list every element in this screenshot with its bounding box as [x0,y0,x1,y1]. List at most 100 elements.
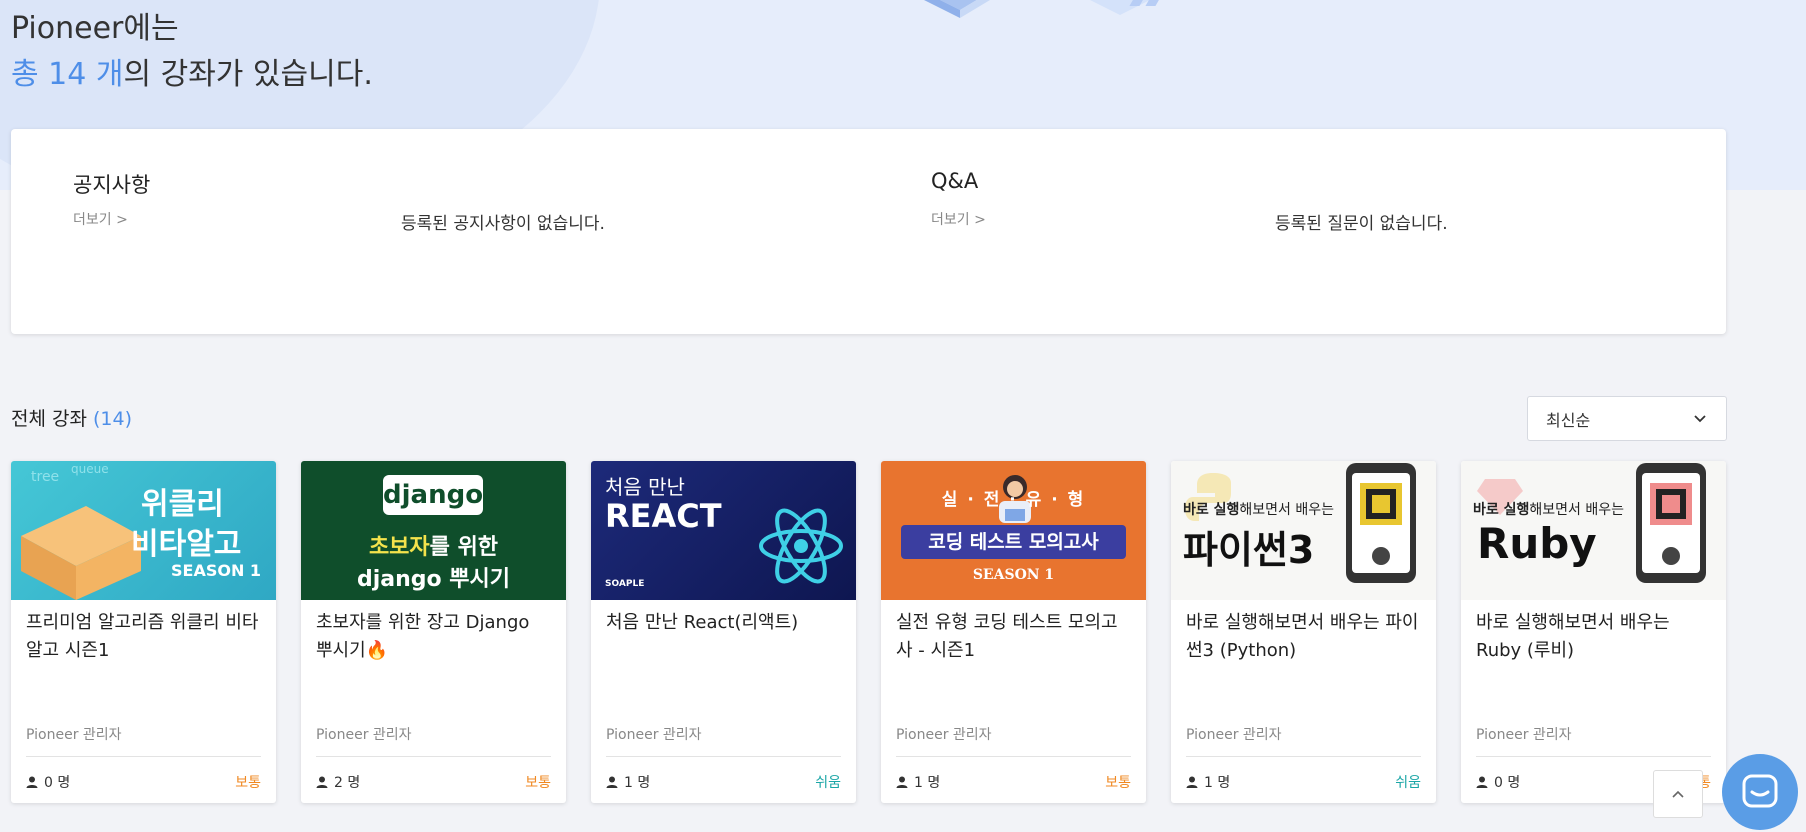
phone-qr-illustration [1636,463,1706,583]
thumb-line-2: 파이썬3 [1183,528,1315,572]
scroll-top-button[interactable] [1653,770,1703,818]
course-thumbnail: 실 · 전 · 유 · 형 코딩 테스트 모의고사 SEASON 1 [881,461,1146,600]
thumb-line-1-rest: 를 위한 [429,535,499,560]
user-icon [1476,776,1488,788]
course-thumbnail: 바로 실행해보면서 배우는 Ruby [1461,461,1726,600]
user-icon [26,776,38,788]
notice-empty-message: 등록된 공지사항이 없습니다. [401,214,605,234]
qna-empty-message: 등록된 질문이 없습니다. [1275,214,1448,234]
divider [316,756,551,757]
thumb-line-1-highlight: 초보자 [368,535,430,560]
course-author: Pioneer 관리자 [1476,727,1572,743]
thumb-line-1b: 해보면서 배우는 [1529,502,1625,518]
divider [606,756,841,757]
thumb-line-1a: 바로 실행 [1183,502,1240,518]
student-count: 2 명 [334,775,361,791]
course-card[interactable]: django 초보자를 위한 django 뿌시기 초보자를 위한 장고 Dja… [301,461,566,803]
course-title[interactable]: 실전 유형 코딩 테스트 모의고사 - 시즌1 [896,609,1131,665]
course-card[interactable]: tree queue 위클리 비타알고 SEASON 1 프리미엄 알고리즘 위… [11,461,276,803]
hero-title: Pioneer에는 총 14 개의 강좌가 있습니다. [11,6,373,98]
divider [1476,756,1711,757]
course-count-highlight: 총 14 개 [11,57,124,92]
django-logo: django [383,475,483,515]
hero-line-1: Pioneer에는 [11,11,179,46]
course-thumbnail: 바로 실행해보면서 배우는 파이썬3 [1171,461,1436,600]
thumb-line-2: 비타알고 [131,527,242,562]
course-level: 쉬움 [815,775,841,791]
chat-button[interactable] [1722,754,1798,830]
course-level: 쉬움 [1395,775,1421,791]
thumb-line-1: 바로 실행해보면서 배우는 [1183,499,1334,519]
course-level: 보통 [525,775,551,791]
course-thumbnail: tree queue 위클리 비타알고 SEASON 1 [11,461,276,600]
course-level: 보통 [235,775,261,791]
thumb-line-3: SEASON 1 [972,567,1055,583]
thumb-line-1b: 해보면서 배우는 [1239,502,1335,518]
all-courses-title: 전체 강좌 (14) [11,404,132,431]
course-card[interactable]: 실 · 전 · 유 · 형 코딩 테스트 모의고사 SEASON 1 실전 유형… [881,461,1146,803]
course-author: Pioneer 관리자 [316,727,412,743]
course-title[interactable]: 처음 만난 React(리액트) [606,609,841,637]
course-card[interactable]: 바로 실행해보면서 배우는 Ruby 바로 실행해보면서 배우는 Ruby (루… [1461,461,1726,803]
course-card[interactable]: 바로 실행해보면서 배우는 파이썬3 바로 실행해보면서 배우는 파이썬3 (P… [1171,461,1436,803]
student-count: 1 명 [914,775,941,791]
divider [26,756,261,757]
thumb-line-1: 실 · 전 · 유 · 형 [941,490,1086,510]
thumb-line-2: django 뿌시기 [356,567,511,592]
brand-label: SOAPLE [605,579,645,589]
user-icon [316,776,328,788]
course-title[interactable]: 초보자를 위한 장고 Django 뿌시기🔥 [316,609,551,665]
chevron-down-icon [1694,414,1706,422]
board-summary-card: 공지사항 더보기 > 등록된 공지사항이 없습니다. Q&A 더보기 > 등록된… [11,129,1726,334]
chevron-up-icon [1672,790,1684,798]
student-count: 0 명 [44,775,71,791]
svg-text:tree: tree [31,469,59,485]
course-students: 1 명 [606,772,650,792]
thumb-line-3: SEASON 1 [171,561,262,580]
phone-qr-illustration [1346,463,1416,583]
course-author: Pioneer 관리자 [1186,727,1282,743]
chat-bubble-icon [1742,774,1778,808]
thumb-line-1: 바로 실행해보면서 배우는 [1473,499,1624,519]
course-students: 0 명 [26,772,70,792]
all-courses-label: 전체 강좌 [11,408,87,430]
course-title[interactable]: 프리미엄 알고리즘 위클리 비타알고 시즌1 [26,609,261,665]
hero-line-2: 총 14 개의 강좌가 있습니다. [11,52,373,98]
react-atom-icon [759,508,843,584]
course-author: Pioneer 관리자 [896,727,992,743]
sort-select[interactable]: 최신순 [1527,396,1727,441]
user-icon [606,776,618,788]
course-thumbnail: 처음 만난 REACT SOAPLE [591,461,856,600]
thumb-line-2: 코딩 테스트 모의고사 [901,525,1126,559]
thumb-line-1: 위클리 [141,487,224,522]
course-author: Pioneer 관리자 [606,727,702,743]
thumb-line-1: 초보자를 위한 [301,529,566,561]
hero-line-2-text: 의 강좌가 있습니다. [123,57,373,92]
qna-title: Q&A [931,169,979,193]
student-count: 1 명 [1204,775,1231,791]
student-count: 0 명 [1494,775,1521,791]
course-title[interactable]: 바로 실행해보면서 배우는 Ruby (루비) [1476,609,1711,665]
course-author: Pioneer 관리자 [26,727,122,743]
course-card[interactable]: 처음 만난 REACT SOAPLE 처음 만난 React(리액트) Pion… [591,461,856,803]
course-thumbnail: django 초보자를 위한 django 뿌시기 [301,461,566,600]
thumb-line-1: 처음 만난 [605,475,685,499]
sort-selected-value: 최신순 [1546,410,1591,430]
course-students: 2 명 [316,772,360,792]
user-icon [896,776,908,788]
hero-illustration [924,0,1159,18]
all-courses-count: (14) [93,408,133,430]
qna-more-link[interactable]: 더보기 > [931,209,986,229]
thumb-line-1a: 바로 실행 [1473,502,1530,518]
student-count: 1 명 [624,775,651,791]
course-title[interactable]: 바로 실행해보면서 배우는 파이썬3 (Python) [1186,609,1421,665]
notice-more-link[interactable]: 더보기 > [73,209,128,229]
notice-title: 공지사항 [73,173,151,197]
svg-text:queue: queue [71,462,109,476]
thumb-line-2: Ruby [1477,519,1597,568]
course-students: 1 명 [896,772,940,792]
course-students: 0 명 [1476,772,1520,792]
course-students: 1 명 [1186,772,1230,792]
thumb-line-2: REACT [605,497,722,535]
course-level: 보통 [1105,775,1131,791]
